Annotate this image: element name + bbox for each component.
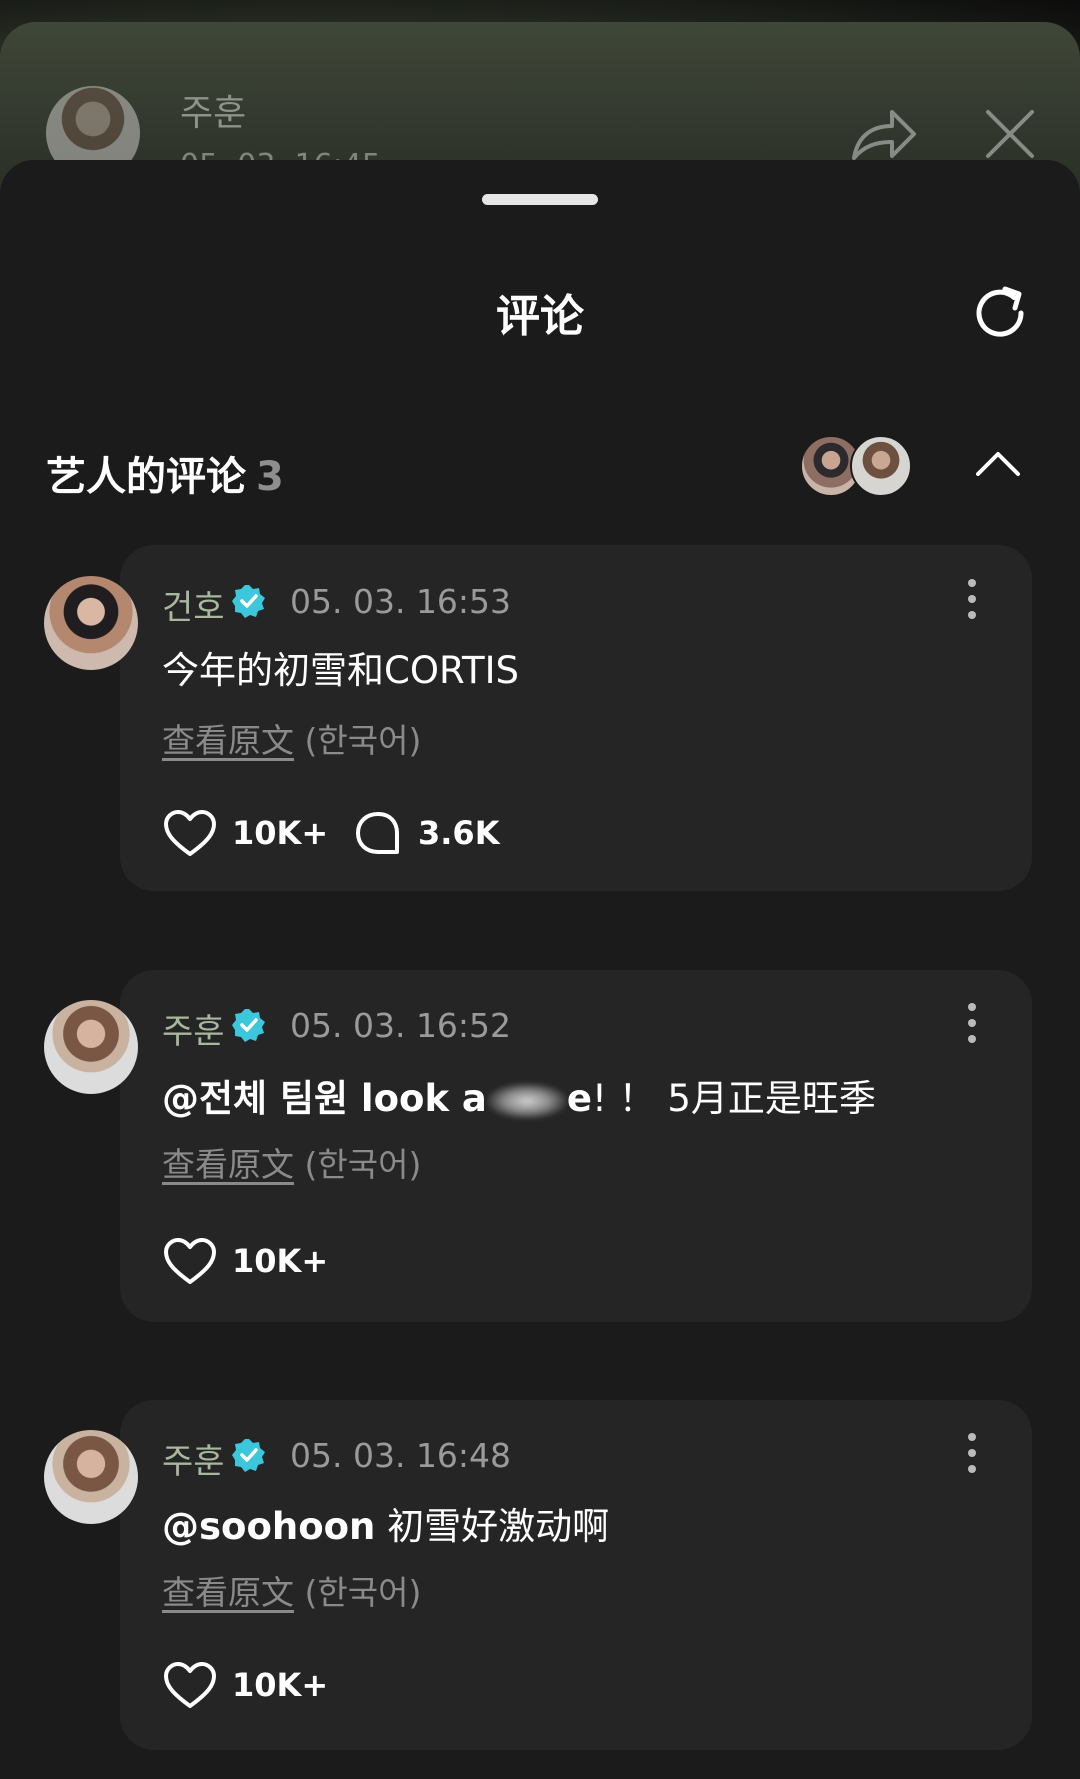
view-original[interactable]: 查看原文 (한국어) bbox=[162, 1566, 421, 1614]
mention-text[interactable]: @soohoon bbox=[162, 1505, 375, 1548]
refresh-icon[interactable] bbox=[969, 282, 1031, 344]
section-count: 3 bbox=[256, 454, 284, 500]
view-original[interactable]: 查看原文 (한국어) bbox=[162, 1138, 421, 1186]
comment-text-rest: ! ！ 5月正是旺季 bbox=[592, 1077, 876, 1120]
comment-text-rest: 初雪好激动啊 bbox=[375, 1505, 610, 1548]
sheet-title: 评论 bbox=[496, 291, 584, 342]
reply-count: 3.6K bbox=[418, 814, 500, 852]
artist-comments-header: 艺人的评论 3 bbox=[46, 444, 284, 502]
comment-text: 今年的初雪和CORTIS bbox=[162, 649, 519, 692]
comment-author[interactable]: 주훈 bbox=[162, 1004, 225, 1053]
view-original-link[interactable]: 查看原文 bbox=[162, 1145, 294, 1184]
like-count: 10K+ bbox=[232, 814, 329, 852]
comment-author[interactable]: 주훈 bbox=[162, 1434, 225, 1483]
close-icon[interactable] bbox=[982, 106, 1038, 162]
avatar[interactable] bbox=[44, 1430, 138, 1524]
like-count: 10K+ bbox=[232, 1242, 329, 1280]
comment-text-tail: e bbox=[566, 1077, 593, 1120]
mention-text[interactable]: @전체 팀원 look a bbox=[162, 1077, 487, 1120]
heart-icon[interactable] bbox=[162, 809, 218, 859]
section-title: 艺人的评论 bbox=[46, 454, 246, 500]
original-language: (한국어) bbox=[304, 721, 422, 760]
artist-avatar-stack[interactable] bbox=[800, 435, 920, 497]
chevron-up-icon[interactable] bbox=[970, 444, 1026, 484]
view-original-link[interactable]: 查看原文 bbox=[162, 721, 294, 760]
heart-icon[interactable] bbox=[162, 1661, 218, 1711]
more-options-icon[interactable] bbox=[964, 578, 980, 620]
reply-bubble-icon[interactable] bbox=[354, 810, 402, 858]
verified-badge-icon bbox=[232, 1009, 265, 1042]
comment-time: 05. 03. 16:53 bbox=[290, 582, 512, 621]
comment-text: @전체 팀원 look a e! ！ 5月正是旺季 bbox=[162, 1068, 876, 1122]
drag-handle[interactable] bbox=[482, 194, 598, 205]
original-language: (한국어) bbox=[304, 1573, 422, 1612]
share-icon[interactable] bbox=[848, 104, 918, 164]
verified-badge-icon bbox=[232, 1439, 265, 1472]
more-options-icon[interactable] bbox=[964, 1432, 980, 1474]
original-language: (한국어) bbox=[304, 1145, 422, 1184]
comment-time: 05. 03. 16:52 bbox=[290, 1006, 512, 1045]
heart-icon[interactable] bbox=[162, 1237, 218, 1287]
comment-text: @soohoon 初雪好激动啊 bbox=[162, 1496, 609, 1550]
post-author-name: 주훈 bbox=[180, 93, 247, 134]
comment-author[interactable]: 건호 bbox=[162, 580, 225, 629]
view-original-link[interactable]: 查看原文 bbox=[162, 1573, 294, 1612]
like-count: 10K+ bbox=[232, 1666, 329, 1704]
avatar bbox=[850, 435, 912, 497]
more-options-icon[interactable] bbox=[964, 1002, 980, 1044]
comment-time: 05. 03. 16:48 bbox=[290, 1436, 512, 1475]
view-original[interactable]: 查看原文 (한국어) bbox=[162, 714, 421, 762]
blurred-text bbox=[486, 1082, 567, 1119]
verified-badge-icon bbox=[232, 585, 265, 618]
avatar[interactable] bbox=[44, 576, 138, 670]
avatar[interactable] bbox=[44, 1000, 138, 1094]
